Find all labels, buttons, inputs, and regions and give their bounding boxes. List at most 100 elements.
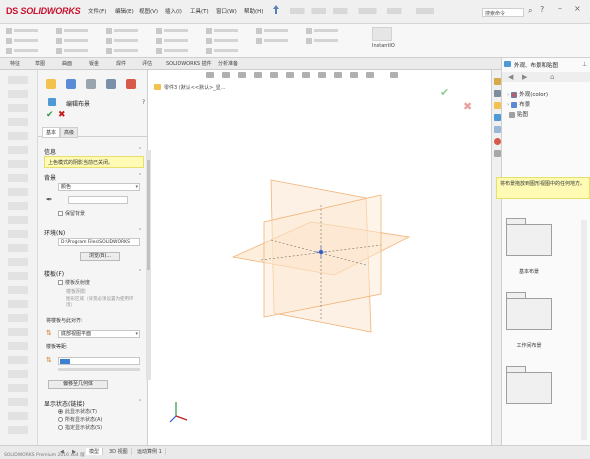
tab-addins[interactable]: SOLIDWORKS 插件 xyxy=(166,60,212,67)
menu-view[interactable]: 视图(V) xyxy=(139,7,158,15)
specify-display-states-radio[interactable]: 指定显示状态(S) xyxy=(58,424,102,431)
ribbon-curves[interactable] xyxy=(256,37,292,44)
strip-icon-11[interactable] xyxy=(8,216,28,224)
tree-item-scenes[interactable]: › 布景 xyxy=(507,100,530,108)
scene-folder-basic[interactable] xyxy=(506,218,552,256)
reference-planes[interactable] xyxy=(151,70,491,445)
background-color-swatch[interactable] xyxy=(68,196,128,204)
help-icon[interactable]: ? xyxy=(540,5,544,14)
tab-sketch[interactable]: 草图 xyxy=(35,60,45,67)
strip-icon-22[interactable] xyxy=(8,370,28,378)
instantio-icon[interactable] xyxy=(372,27,392,41)
home-icon[interactable]: ⌂ xyxy=(550,73,554,81)
pin-icon[interactable]: ⊥ xyxy=(582,61,587,68)
ribbon-pattern[interactable] xyxy=(156,37,192,44)
collapse-icon[interactable]: ⌃ xyxy=(138,269,142,275)
collapse-icon[interactable]: ⌃ xyxy=(138,173,142,179)
pin-icon[interactable] xyxy=(272,5,280,15)
snap-to-geometry-button[interactable]: 偏移至几何体 xyxy=(48,380,108,389)
strip-icon-21[interactable] xyxy=(8,356,28,364)
strip-icon-23[interactable] xyxy=(8,384,28,392)
ribbon-intersect[interactable] xyxy=(306,27,342,34)
floor-offset-slider[interactable] xyxy=(58,368,140,371)
tab-basic[interactable]: 基本 xyxy=(42,127,61,138)
flip-direction-icon[interactable]: ⇅ xyxy=(46,356,52,364)
menu-edit[interactable]: 编辑(E) xyxy=(115,7,134,15)
ribbon-loft-boss[interactable] xyxy=(6,47,42,54)
strip-icon-25[interactable] xyxy=(8,412,28,420)
forum-icon[interactable] xyxy=(494,150,501,157)
minimize-icon[interactable]: – xyxy=(558,4,562,13)
strip-icon-20[interactable] xyxy=(8,342,28,350)
tab-weldments[interactable]: 焊件 xyxy=(116,60,126,67)
ribbon-revolve-cut[interactable] xyxy=(106,27,142,34)
menu-window[interactable]: 窗口(W) xyxy=(216,7,237,15)
floor-offset-field[interactable] xyxy=(58,357,140,365)
configuration-manager-icon[interactable] xyxy=(86,79,96,89)
strip-icon-1[interactable] xyxy=(8,76,28,84)
tree-item-decals[interactable]: 贴图 xyxy=(507,110,528,118)
strip-icon-18[interactable] xyxy=(8,314,28,322)
reverse-direction-icon[interactable]: ⇅ xyxy=(46,329,52,337)
tab-features[interactable]: 特征 xyxy=(10,60,20,67)
tab-motion-study[interactable]: 运动算例 1 xyxy=(134,448,166,455)
file-explorer-icon[interactable] xyxy=(494,102,501,109)
strip-icon-5[interactable] xyxy=(8,132,28,140)
pm-scroll-thumb[interactable] xyxy=(147,160,150,270)
eyedropper-icon[interactable]: ✒ xyxy=(46,195,53,204)
ribbon-boundary[interactable] xyxy=(56,37,92,44)
display-manager-icon[interactable] xyxy=(126,79,136,89)
ribbon-reference-geometry[interactable] xyxy=(256,27,292,34)
floor-reflectance-checkbox[interactable]: 楼板反射度 xyxy=(58,279,90,286)
strip-icon-4[interactable] xyxy=(8,118,28,126)
ribbon-swept-cut[interactable] xyxy=(106,47,142,54)
property-manager-icon[interactable] xyxy=(66,79,76,89)
ribbon-shell[interactable] xyxy=(206,37,242,44)
resources-tab-icon[interactable] xyxy=(494,78,501,85)
task-pane-scrollbar[interactable] xyxy=(581,220,587,440)
feature-manager-icon[interactable] xyxy=(46,79,56,89)
search-icon[interactable]: ⌕ xyxy=(528,6,532,16)
custom-properties-icon[interactable] xyxy=(494,138,501,145)
pm-help-icon[interactable]: ? xyxy=(142,99,145,106)
quick-access-toolbar[interactable] xyxy=(290,8,470,14)
tab-model[interactable]: 模型 xyxy=(86,448,104,455)
all-display-states-radio[interactable]: 所有显示状态(A) xyxy=(58,416,102,423)
tab-analysis-prep[interactable]: 分析准备 xyxy=(218,60,238,67)
scene-folder-studio[interactable] xyxy=(506,292,552,330)
design-library-icon[interactable] xyxy=(494,90,501,97)
environment-path-field[interactable]: D:\Program Files\SOLIDWORKS xyxy=(58,238,140,246)
close-icon[interactable]: × xyxy=(574,4,581,13)
strip-icon-16[interactable] xyxy=(8,286,28,294)
menu-insert[interactable]: 插入(I) xyxy=(165,7,182,15)
back-icon[interactable]: ◀ xyxy=(508,73,513,81)
tab-3d-views[interactable]: 3D 视图 xyxy=(106,448,132,455)
strip-icon-8[interactable] xyxy=(8,174,28,182)
cancel-x-icon[interactable]: ✖ xyxy=(58,110,66,120)
tab-evaluate[interactable]: 评估 xyxy=(142,60,152,67)
ok-check-icon[interactable]: ✔ xyxy=(46,110,54,120)
tree-item-appearances[interactable]: › 外观(color) xyxy=(507,90,548,98)
strip-icon-26[interactable] xyxy=(8,426,28,434)
strip-icon-2[interactable] xyxy=(8,90,28,98)
strip-icon-7[interactable] xyxy=(8,160,28,168)
strip-icon-10[interactable] xyxy=(8,202,28,210)
ribbon-draft[interactable] xyxy=(206,27,242,34)
menu-help[interactable]: 帮助(H) xyxy=(244,7,263,15)
solidworks-logo[interactable]: DS SOLIDWORKS xyxy=(6,6,81,16)
strip-icon-9[interactable] xyxy=(8,188,28,196)
menu-file[interactable]: 文件(F) xyxy=(88,7,106,15)
tab-surfaces[interactable]: 曲面 xyxy=(62,60,72,67)
collapse-icon[interactable]: ⌃ xyxy=(138,399,142,405)
scene-folder-third[interactable] xyxy=(506,366,552,404)
ribbon-sweep[interactable] xyxy=(56,27,92,34)
this-display-state-radio[interactable]: 此显示状态(T) xyxy=(58,408,97,415)
collapse-icon[interactable]: ⌃ xyxy=(138,228,142,234)
dimxpert-icon[interactable] xyxy=(106,79,116,89)
appearances-tab-icon[interactable] xyxy=(494,126,501,133)
strip-icon-15[interactable] xyxy=(8,272,28,280)
instantio-label[interactable]: InstantIO xyxy=(372,43,395,49)
ribbon-extrude-boss[interactable] xyxy=(6,27,42,34)
strip-icon-17[interactable] xyxy=(8,300,28,308)
ribbon-rib[interactable] xyxy=(156,47,192,54)
